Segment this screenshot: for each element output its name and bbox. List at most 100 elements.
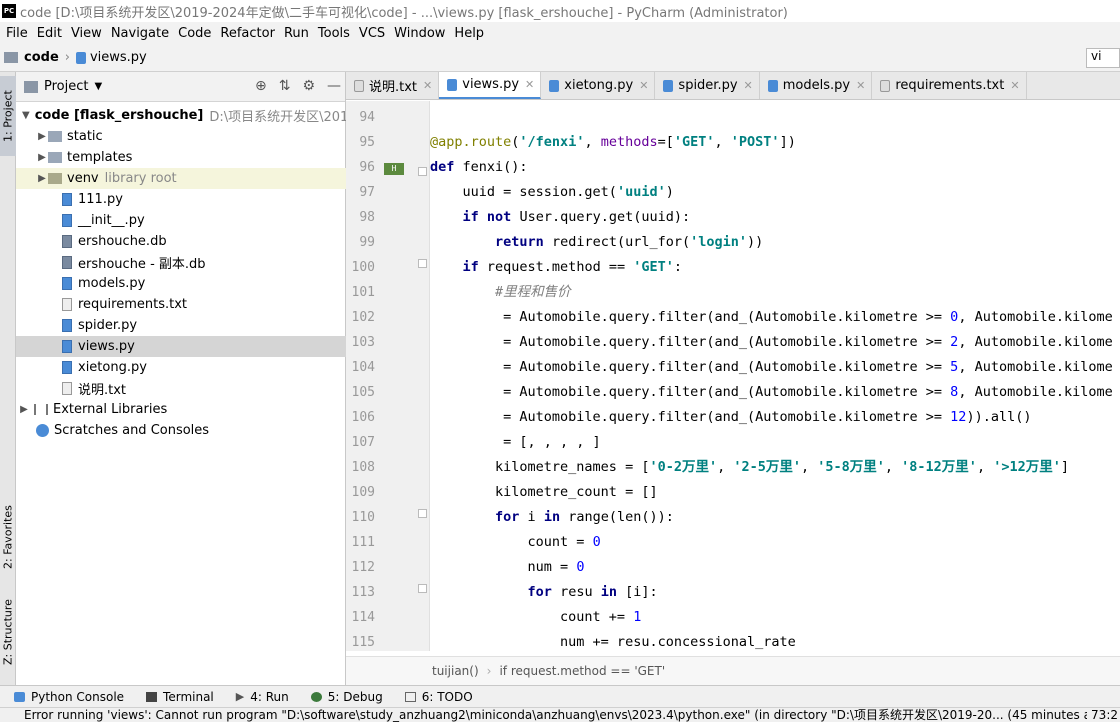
close-icon[interactable]: ✕ [639,79,648,92]
close-icon[interactable]: ✕ [744,79,753,92]
line-number[interactable]: 95 [335,130,375,155]
code-line[interactable]: #里程和售价 [430,280,571,305]
tree-item-root[interactable]: ▼ code [flask_ershouche] D:\项目系统开发区\2019… [16,105,346,126]
tree-item-external-libraries[interactable]: ▶ External Libraries [16,399,346,420]
code-line[interactable]: = Automobile.query.filter(and_(Automobil… [430,355,1113,380]
menu-tools[interactable]: Tools [318,26,350,41]
chevron-down-icon[interactable]: ▼ [22,110,30,121]
menu-file[interactable]: File [6,26,28,41]
line-number[interactable]: 106 [335,405,375,430]
favorites-tool-tab[interactable]: 2: Favorites [0,492,16,582]
menu-navigate[interactable]: Navigate [111,26,169,41]
line-number-gutter[interactable]: H 94 95 96 97 98 99 100 101 102 103 104 105 106 107 10… [346,101,430,651]
menu-view[interactable]: View [71,26,102,41]
code-line[interactable]: count += 1 [430,605,641,630]
run-tab[interactable]: ▶ 4: Run [236,690,289,704]
hide-panel-icon[interactable]: — [327,78,341,94]
menu-refactor[interactable]: Refactor [220,26,275,41]
breadcrumb-function[interactable]: tuijian() [432,664,479,678]
tree-item-file-selected[interactable]: views.py [16,336,346,357]
tree-item-file[interactable]: 111.py [16,189,346,210]
tree-item-file[interactable]: __init__.py [16,210,346,231]
tree-item-scratches[interactable]: Scratches and Consoles [16,420,346,441]
code-line[interactable]: for resu in [i]: [430,580,658,605]
chevron-down-icon[interactable]: ▼ [94,81,102,92]
tree-item-file[interactable]: models.py [16,273,346,294]
chevron-right-icon[interactable]: ▶ [36,173,48,184]
status-message[interactable]: Error running 'views': Cannot run progra… [24,708,1111,722]
tree-item-file[interactable]: spider.py [16,315,346,336]
tree-item-venv[interactable]: ▶ venv library root [16,168,346,189]
tree-item-file[interactable]: 说明.txt [16,378,346,399]
code-line[interactable]: for i in range(len()): [430,505,674,530]
tree-item-file[interactable]: requirements.txt [16,294,346,315]
debug-tab[interactable]: 5: Debug [310,690,383,704]
todo-tab[interactable]: 6: TODO [404,690,473,704]
code-line[interactable]: num += resu.concessional_rate [430,630,796,651]
route-marker-icon[interactable]: H [384,163,404,175]
gear-icon[interactable]: ⚙ [302,78,315,94]
code-line[interactable]: = Automobile.query.filter(and_(Automobil… [430,380,1113,405]
tab-views[interactable]: views.py ✕ [439,72,542,99]
caret-position[interactable]: 73:2 [1087,708,1118,722]
project-panel-title[interactable]: Project [44,79,88,94]
fold-toggle-icon[interactable] [418,259,427,268]
line-number[interactable]: 108 [335,455,375,480]
line-number[interactable]: 110 [335,505,375,530]
code-line[interactable]: return redirect(url_for('login')) [430,230,763,255]
line-number[interactable]: 114 [335,605,375,630]
line-number[interactable]: 111 [335,530,375,555]
tab-spider[interactable]: spider.py ✕ [655,72,760,99]
tree-item-file[interactable]: ershouche - 副本.db [16,252,346,273]
code-line[interactable]: num = 0 [430,555,585,580]
menu-edit[interactable]: Edit [37,26,62,41]
code-line[interactable]: kilometre_count = [] [430,480,658,505]
chevron-right-icon[interactable]: ▶ [18,404,30,415]
code-line[interactable]: @app.route('/fenxi', methods=['GET', 'PO… [430,130,796,155]
line-number[interactable]: 103 [335,330,375,355]
code-line[interactable]: if request.method == 'GET': [430,255,682,280]
line-number[interactable]: 112 [335,555,375,580]
line-number[interactable]: 104 [335,355,375,380]
fold-toggle-icon[interactable] [418,509,427,518]
code-line[interactable]: count = 0 [430,530,601,555]
tab-requirements[interactable]: requirements.txt ✕ [872,72,1027,99]
nav-file-crumb[interactable]: views.py [90,50,147,65]
chevron-right-icon[interactable]: ▶ [36,131,48,142]
line-number[interactable]: 100 [335,255,375,280]
code-line[interactable]: = [, , , , ] [430,430,601,455]
line-number[interactable]: 107 [335,430,375,455]
menu-window[interactable]: Window [394,26,445,41]
tree-item-static[interactable]: ▶ static [16,126,346,147]
line-number[interactable]: 105 [335,380,375,405]
line-number[interactable]: 115 [335,630,375,655]
line-number[interactable]: 113 [335,580,375,605]
close-icon[interactable]: ✕ [856,79,865,92]
python-console-tab[interactable]: Python Console [14,690,124,704]
code-line[interactable]: = Automobile.query.filter(and_(Automobil… [430,305,1113,330]
structure-tool-tab[interactable]: Z: Structure [0,587,16,677]
menu-vcs[interactable]: VCS [359,26,385,41]
line-number[interactable]: 102 [335,305,375,330]
line-number[interactable]: 101 [335,280,375,305]
terminal-tab[interactable]: Terminal [146,690,214,704]
code-area[interactable]: @app.route('/fenxi', methods=['GET', 'PO… [430,101,1120,651]
code-line[interactable]: if not User.query.get(uuid): [430,205,691,230]
chevron-right-icon[interactable]: ▶ [36,152,48,163]
menu-run[interactable]: Run [284,26,309,41]
line-number[interactable]: 96 [335,155,375,180]
project-tool-tab[interactable]: 1: Project [0,76,16,156]
tab-models[interactable]: models.py ✕ [760,72,873,99]
tab-xietong[interactable]: xietong.py ✕ [541,72,656,99]
collapse-all-icon[interactable]: ⇅ [279,78,291,94]
close-icon[interactable]: ✕ [525,78,534,91]
code-line[interactable]: = Automobile.query.filter(and_(Automobil… [430,330,1113,355]
nav-project-crumb[interactable]: code [24,50,59,65]
breadcrumb-block[interactable]: if request.method == 'GET' [499,664,665,678]
fold-toggle-icon[interactable] [418,584,427,593]
tree-item-file[interactable]: ershouche.db [16,231,346,252]
tree-item-file[interactable]: xietong.py [16,357,346,378]
code-line[interactable]: = Automobile.query.filter(and_(Automobil… [430,405,1031,430]
menu-code[interactable]: Code [178,26,211,41]
code-line[interactable]: def fenxi(): [430,155,528,180]
